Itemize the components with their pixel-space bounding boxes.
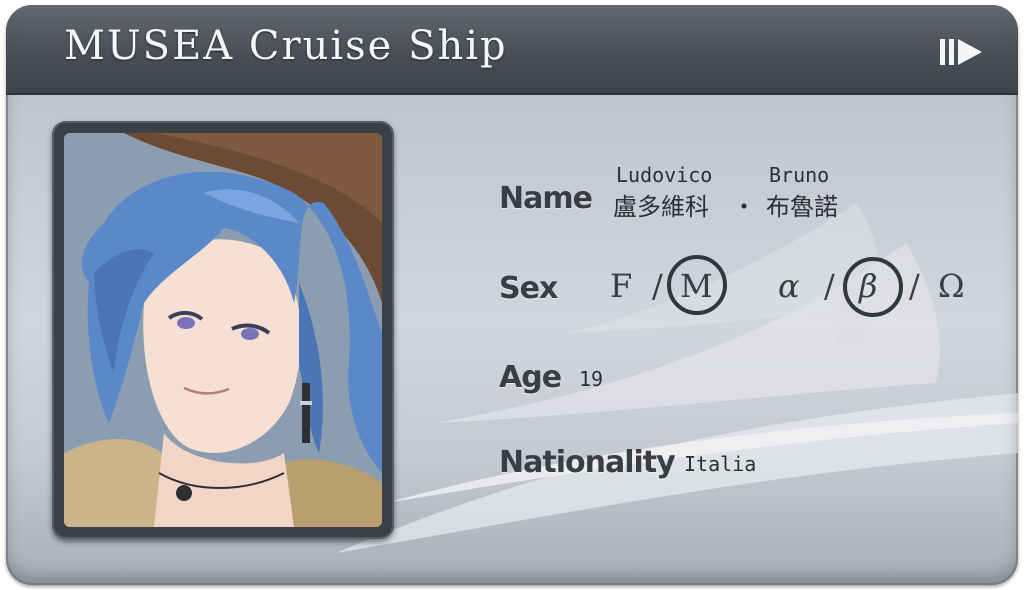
sex-option-f: F <box>610 267 633 305</box>
age-label: Age <box>499 360 562 395</box>
given-name-cjk: 盧多維科 <box>613 193 709 221</box>
portrait-frame <box>52 121 394 539</box>
name-label: Name <box>499 181 593 216</box>
dynamic-separator: / <box>824 267 835 305</box>
dynamic-separator: / <box>909 267 920 305</box>
selected-dynamic-circle <box>843 257 903 317</box>
name-separator: ・ <box>732 193 756 221</box>
sex-label: Sex <box>499 271 558 306</box>
id-card: MUSEA Cruise Ship Name Ludovico Bruno 盧多… <box>6 5 1018 585</box>
character-portrait <box>64 133 382 527</box>
sex-separator: / <box>652 267 663 305</box>
card-title: MUSEA Cruise Ship <box>64 23 508 69</box>
age-value: 19 <box>579 367 604 391</box>
given-name-roman: Ludovico <box>616 163 713 187</box>
nationality-label: Nationality <box>499 445 676 480</box>
dynamic-option-alpha: α <box>778 267 800 305</box>
family-name-roman: Bruno <box>769 163 830 187</box>
dynamic-option-omega: Ω <box>938 267 965 305</box>
character-portrait-illustration <box>64 133 382 527</box>
family-name-cjk: 布魯諾 <box>766 193 838 221</box>
title-bar: MUSEA Cruise Ship <box>6 5 1018 95</box>
selected-sex-circle <box>667 255 727 315</box>
nationality-value: Italia <box>684 452 757 476</box>
skip-forward-icon[interactable] <box>938 35 984 69</box>
